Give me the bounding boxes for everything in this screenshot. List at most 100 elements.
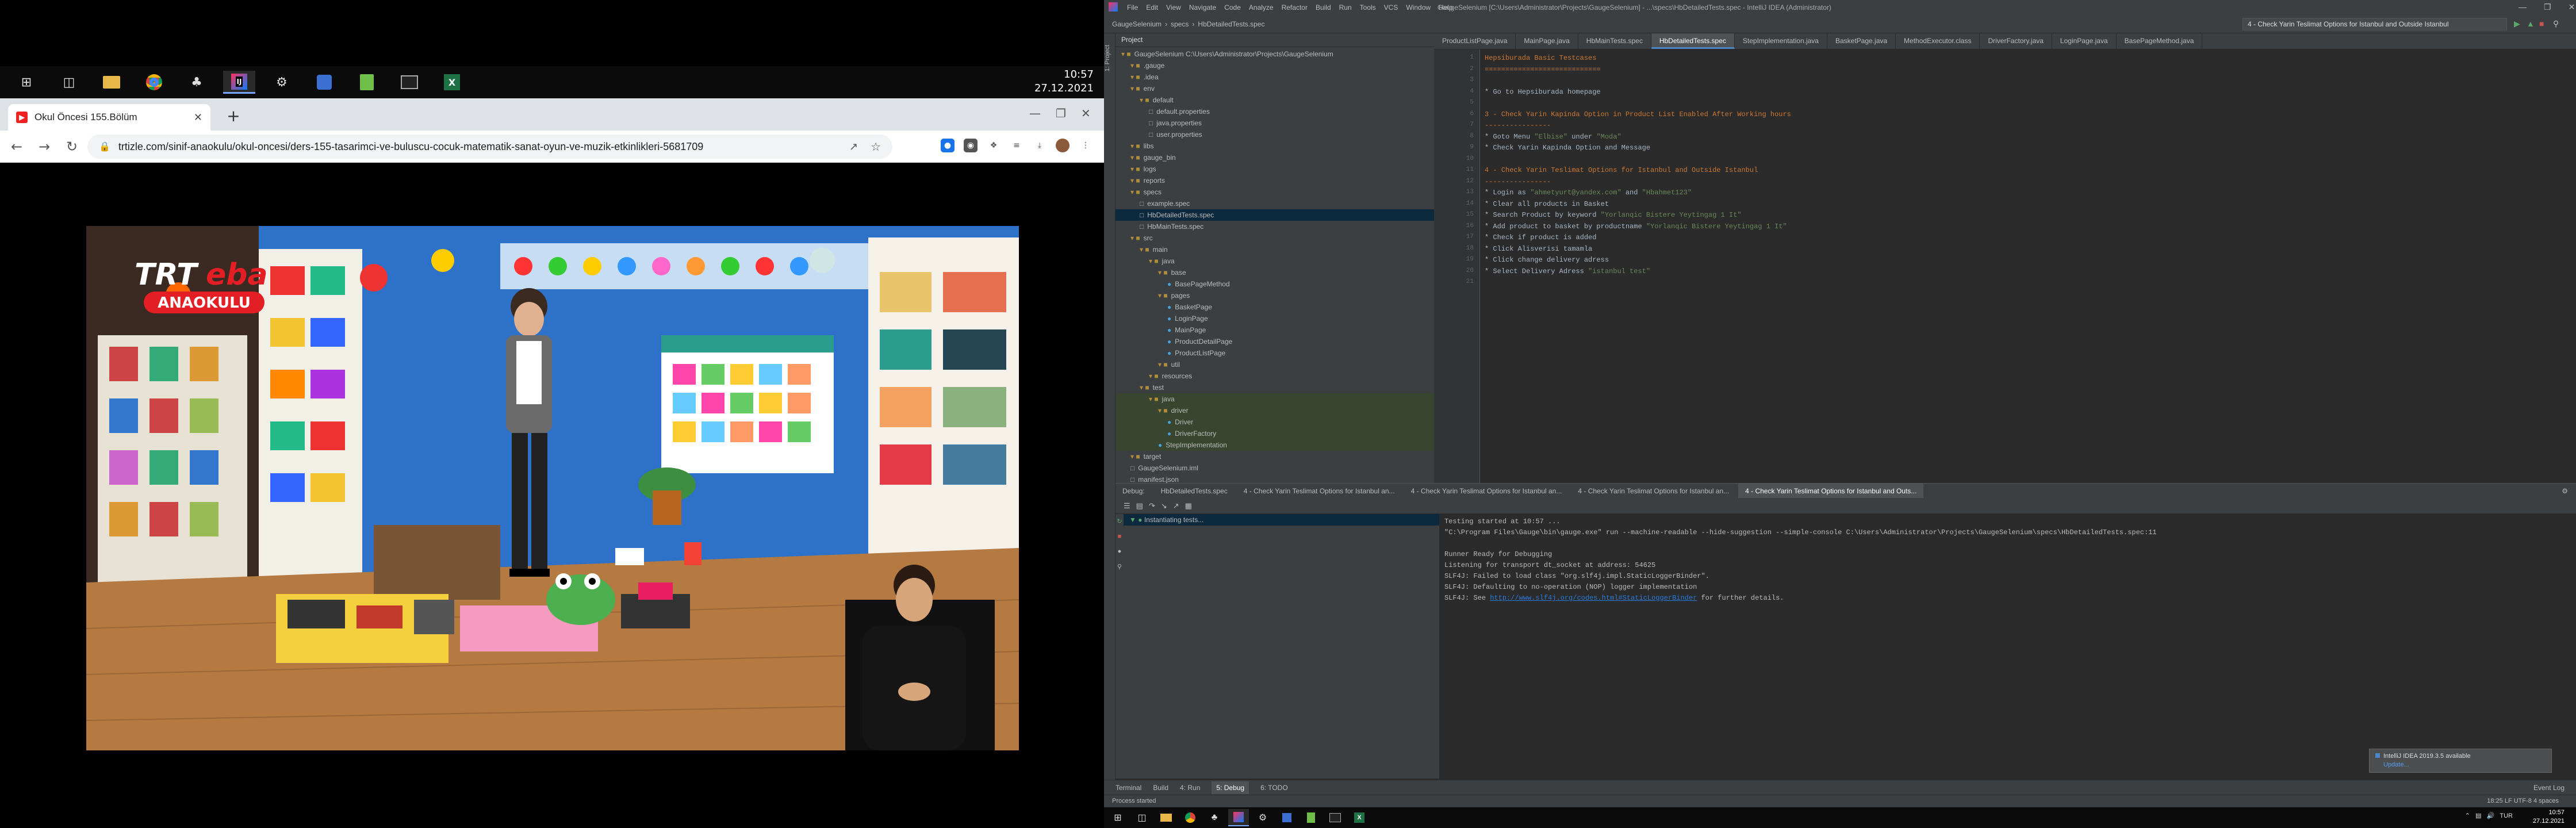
tree-item[interactable]: ▾ ■ env — [1116, 83, 1434, 94]
console-output[interactable]: Testing started at 10:57 ... "C:\Program … — [1440, 514, 2576, 779]
tree-item[interactable]: ▾ ■ logs — [1116, 163, 1434, 175]
frame-row[interactable]: ▼ ● Instantiating tests... — [1124, 514, 1439, 526]
network-icon[interactable]: ▤ — [2475, 812, 2481, 819]
editor-tab[interactable]: LoginPage.java — [2052, 33, 2117, 49]
editor-tab[interactable]: HbDetailedTests.spec — [1651, 33, 1735, 49]
settings-icon[interactable]: ⚙ — [266, 71, 298, 94]
remote-icon[interactable] — [308, 71, 340, 94]
tree-item[interactable]: □ HbMainTests.spec — [1116, 221, 1434, 232]
editor-tab[interactable]: BasePageMethod.java — [2117, 33, 2203, 49]
breadcrumb-project[interactable]: GaugeSelenium — [1112, 20, 1162, 28]
menu-code[interactable]: Code — [1224, 3, 1241, 12]
debugger-tab-icon[interactable]: ☰ — [1124, 501, 1130, 511]
tree-item[interactable]: ▾ ■ libs — [1116, 140, 1434, 152]
debug-tab-2[interactable]: 4 - Check Yarin Teslimat Options for Ist… — [1237, 487, 1402, 495]
editor-tab[interactable]: BasketPage.java — [1827, 33, 1896, 49]
editor-tab[interactable]: DriverFactory.java — [1980, 33, 2052, 49]
r-file-explorer-icon[interactable] — [1156, 809, 1176, 826]
windows-logo-icon[interactable]: ⊞ — [10, 71, 43, 94]
menu-build[interactable]: Build — [1316, 3, 1331, 12]
maximize-icon[interactable]: ❐ — [1056, 106, 1066, 120]
tree-item[interactable]: □ HbDetailedTests.spec — [1116, 209, 1434, 221]
tree-item[interactable]: ▾ ■ src — [1116, 232, 1434, 244]
run-configuration-select[interactable]: 4 - Check Yarin Teslimat Options for Ist… — [2242, 18, 2507, 30]
r-notepad-icon[interactable] — [1301, 809, 1321, 826]
close-tab-icon[interactable]: ✕ — [194, 112, 202, 124]
tree-item[interactable]: ● ProductListPage — [1116, 347, 1434, 359]
update-link[interactable]: Update... — [2375, 761, 2546, 768]
code-editor[interactable]: Hepsiburada Basic Testcases =============… — [1480, 49, 2573, 483]
debug-tool[interactable]: 5: Debug — [1212, 781, 1249, 794]
console-tab-icon[interactable]: ▤ — [1136, 501, 1143, 511]
editor-tab[interactable]: StepImplementation.java — [1735, 33, 1827, 49]
r-excel-icon[interactable]: X — [1349, 809, 1370, 826]
tree-item[interactable]: ▾ ■ java — [1116, 255, 1434, 267]
search-icon[interactable]: ⚲ — [2553, 19, 2559, 29]
tree-item[interactable]: ● ProductDetailPage — [1116, 336, 1434, 347]
url-bar[interactable]: 🔒 trtizle.com/sinif-anaokulu/okul-oncesi… — [87, 135, 892, 159]
breadcrumb-file[interactable]: HbDetailedTests.spec — [1198, 20, 1264, 28]
menu-navigate[interactable]: Navigate — [1189, 3, 1216, 12]
view-breakpoints-icon[interactable]: ● — [1118, 548, 1122, 555]
editor-tab[interactable]: HbMainTests.spec — [1578, 33, 1651, 49]
tree-item[interactable]: ▾ ■ base — [1116, 267, 1434, 278]
tree-item[interactable]: ● StepImplementation — [1116, 439, 1434, 451]
tree-item[interactable]: ▾ ■ specs — [1116, 186, 1434, 198]
project-tool-tab[interactable]: 1: Project — [1104, 45, 1111, 71]
ide-close-icon[interactable]: ✕ — [2569, 2, 2575, 12]
todo-tool[interactable]: 6: TODO — [1260, 784, 1288, 792]
bookmark-star-icon[interactable]: ☆ — [871, 140, 881, 154]
menu-analyze[interactable]: Analyze — [1249, 3, 1274, 12]
reload-icon[interactable]: ↻ — [63, 139, 80, 155]
ide-minimize-icon[interactable]: — — [2518, 2, 2527, 12]
tree-item[interactable]: □ example.spec — [1116, 198, 1434, 209]
run-icon[interactable]: ▶ — [2514, 19, 2520, 29]
left-clock[interactable]: 10:57 27.12.2021 — [1034, 68, 1094, 95]
r-task-view-icon[interactable]: ◫ — [1132, 809, 1152, 826]
tree-item[interactable]: ▾ ■ default — [1116, 94, 1434, 106]
tree-item[interactable]: ▾ ■ driver — [1116, 405, 1434, 416]
intellij-icon[interactable]: IJ — [223, 71, 255, 94]
tree-item[interactable]: ▾ ■ reports — [1116, 175, 1434, 186]
step-into-icon[interactable]: ↘ — [1161, 501, 1167, 511]
menu-vcs[interactable]: VCS — [1384, 3, 1398, 12]
tree-item[interactable]: ▾ ■ pages — [1116, 290, 1434, 301]
project-panel-header[interactable]: Project — [1116, 33, 1434, 47]
extension-owl-icon[interactable]: ◉ — [964, 139, 977, 152]
more-menu-icon[interactable]: ⋮ — [1079, 139, 1092, 152]
debug-tab-3[interactable]: 4 - Check Yarin Teslimat Options for Ist… — [1404, 487, 1569, 495]
right-clock[interactable]: 10:57 27.12.2021 — [2533, 808, 2564, 826]
tree-item[interactable]: □ GaugeSelenium.iml — [1116, 462, 1434, 474]
run-tool[interactable]: 4: Run — [1180, 784, 1200, 792]
rerun-icon[interactable]: ↻ — [1117, 518, 1122, 525]
console-link[interactable]: http://www.slf4j.org/codes.html#StaticLo… — [1490, 594, 1697, 602]
download-icon[interactable]: ⤓ — [1033, 139, 1046, 152]
puzzle-extensions-icon[interactable]: ❖ — [987, 139, 1000, 152]
video-player[interactable]: TRT eba ANAOKULU — [86, 226, 1019, 750]
tree-item[interactable]: ▾ ■ target — [1116, 451, 1434, 462]
lock-icon[interactable]: 🔒 — [99, 141, 110, 152]
menu-window[interactable]: Window — [1406, 3, 1431, 12]
tree-item[interactable]: ▾ ■ main — [1116, 244, 1434, 255]
share-icon[interactable]: ↗ — [849, 141, 858, 153]
terminal-icon[interactable] — [393, 71, 425, 94]
r-intellij-icon[interactable] — [1228, 809, 1249, 826]
debug-tab-4[interactable]: 4 - Check Yarin Teslimat Options for Ist… — [1571, 487, 1736, 495]
system-tray[interactable]: ⌃ ▤ 🔊 TUR — [2465, 812, 2513, 819]
file-explorer-icon[interactable] — [95, 71, 128, 94]
debug-tab-active[interactable]: 4 - Check Yarin Teslimat Options for Ist… — [1738, 483, 1924, 499]
tree-item[interactable]: ▾ ■ resources — [1116, 370, 1434, 382]
r-terminal-icon[interactable] — [1325, 809, 1346, 826]
notepad-icon[interactable] — [351, 71, 383, 94]
app-icon[interactable]: ♣ — [181, 71, 213, 94]
tree-item[interactable]: ▾ ■ .gauge — [1116, 60, 1434, 71]
editor-tab[interactable]: ProductListPage.java — [1434, 33, 1516, 49]
profile-avatar[interactable] — [1056, 139, 1070, 152]
debug-icon[interactable]: ▲ — [2527, 19, 2535, 28]
tree-item[interactable]: ● Driver — [1116, 416, 1434, 428]
r-chrome-icon[interactable] — [1180, 809, 1201, 826]
task-view-icon[interactable]: ◫ — [53, 71, 85, 94]
browser-tab[interactable]: ▶ Okul Öncesi 155.Bölüm ✕ — [8, 104, 210, 131]
tree-item[interactable]: ▾ ■ gauge_bin — [1116, 152, 1434, 163]
breadcrumb-folder[interactable]: specs — [1171, 20, 1189, 28]
